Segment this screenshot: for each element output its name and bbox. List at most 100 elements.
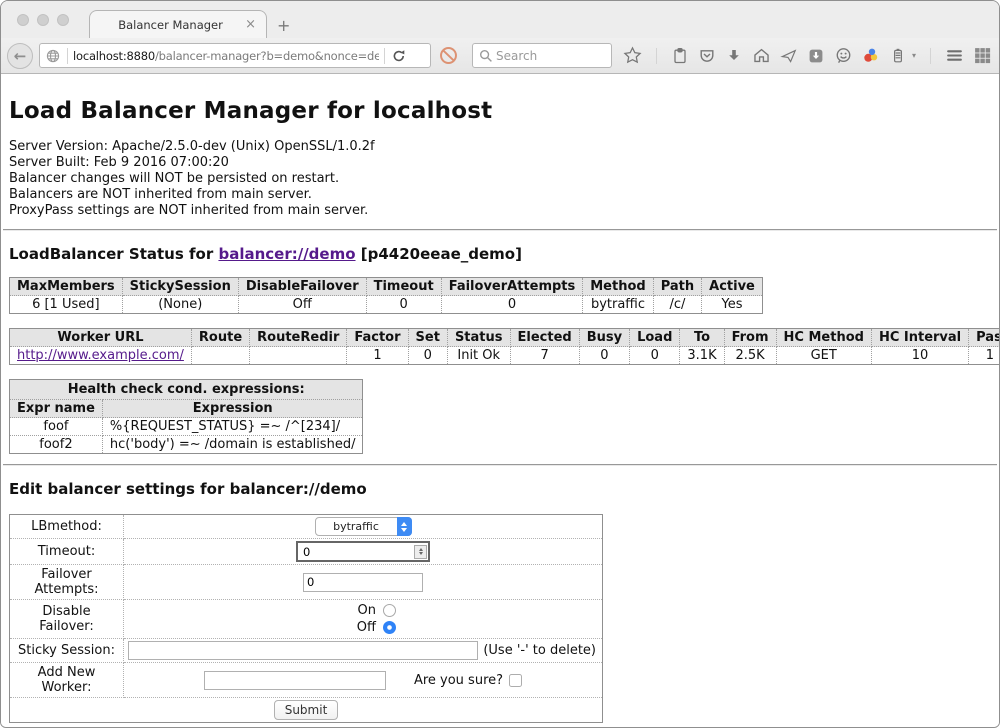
url-text[interactable]: localhost:8880/balancer-manager?b=demo&n… <box>73 49 379 63</box>
path-cell: /c/ <box>653 296 701 314</box>
search-bar[interactable] <box>472 43 612 68</box>
site-identity-globe-icon[interactable] <box>44 47 62 65</box>
disable-failover-off-radio[interactable] <box>383 621 396 634</box>
new-tab-button[interactable]: + <box>277 18 290 34</box>
lbmethod-select[interactable]: bytraffic <box>315 517 412 536</box>
balancer-status-table: MaxMembers StickySession DisableFailover… <box>9 277 763 314</box>
header-cell: DisableFailover <box>238 278 366 296</box>
browser-window: Balancer Manager × + ← localhost:8880/ba… <box>0 0 1000 728</box>
table-title-row: Health check cond. expressions: <box>10 380 363 400</box>
reader-clipboard-icon[interactable] <box>671 47 689 65</box>
battery-icon[interactable] <box>889 47 907 65</box>
content-blocked-icon[interactable] <box>438 45 459 66</box>
proxypass-note-line: ProxyPass settings are NOT inherited fro… <box>9 203 991 219</box>
page-content: Load Balancer Manager for localhost Serv… <box>1 74 999 727</box>
lbmethod-selected-value: bytraffic <box>316 520 397 533</box>
toolbar-divider <box>930 48 931 64</box>
edit-settings-heading: Edit balancer settings for balancer://de… <box>9 480 991 498</box>
submit-button[interactable]: Submit <box>274 700 339 720</box>
minimize-window-button[interactable] <box>37 14 49 26</box>
disablefailover-cell: Off <box>238 296 366 314</box>
menu-hamburger-icon[interactable] <box>945 46 964 65</box>
back-button[interactable]: ← <box>7 43 33 69</box>
download-panel-icon[interactable] <box>807 47 825 65</box>
maximize-window-button[interactable] <box>57 14 69 26</box>
header-cell: MaxMembers <box>10 278 123 296</box>
sticky-session-label: Sticky Session: <box>10 639 124 663</box>
header-cell: Load <box>630 329 680 347</box>
health-check-table: Health check cond. expressions: Expr nam… <box>9 379 363 454</box>
sticky-session-input[interactable] <box>128 641 478 660</box>
browser-tab[interactable]: Balancer Manager × <box>89 10 267 38</box>
close-window-button[interactable] <box>17 14 29 26</box>
header-cell: Expr name <box>10 400 103 418</box>
header-cell: Passes <box>969 329 999 347</box>
health-check-title: Health check cond. expressions: <box>10 380 363 400</box>
reload-icon[interactable] <box>390 47 408 65</box>
table-header-row: MaxMembers StickySession DisableFailover… <box>10 278 763 296</box>
elected-cell: 7 <box>510 347 579 365</box>
chevron-down-icon[interactable]: ▾ <box>912 51 916 60</box>
add-worker-input[interactable] <box>204 671 386 690</box>
header-cell: From <box>724 329 776 347</box>
form-row-timeout: Timeout: <box>10 539 603 565</box>
toolbar-icons: ▾ <box>623 46 992 65</box>
home-icon[interactable] <box>752 46 771 65</box>
expr-name-cell: foof <box>10 418 103 436</box>
disable-failover-label: Disable Failover: <box>10 600 124 639</box>
title-bar: Balancer Manager × + <box>1 1 999 38</box>
persist-note-line: Balancer changes will NOT be persisted o… <box>9 171 991 187</box>
balancer-demo-link[interactable]: balancer://demo <box>218 245 355 263</box>
header-cell: HC Method <box>776 329 871 347</box>
expression-cell: hc('body') =~ /domain is established/ <box>102 436 363 454</box>
server-version-line: Server Version: Apache/2.5.0-dev (Unix) … <box>9 139 991 155</box>
downloads-arrow-icon[interactable] <box>725 47 743 65</box>
table-header-row: Worker URL Route RouteRedir Factor Set S… <box>10 329 1000 347</box>
inherit-note-line: Balancers are NOT inherited from main se… <box>9 187 991 203</box>
worker-url-link[interactable]: http://www.example.com/ <box>17 348 184 363</box>
header-cell: StickySession <box>122 278 238 296</box>
divider <box>3 229 997 231</box>
header-cell: Route <box>191 329 249 347</box>
pocket-icon[interactable] <box>698 47 716 65</box>
are-you-sure-checkbox[interactable] <box>509 674 522 687</box>
tab-groups-icon[interactable] <box>973 46 992 65</box>
bookmark-star-icon[interactable] <box>623 46 642 65</box>
palette-dots-icon[interactable] <box>862 47 880 65</box>
navigation-toolbar: ← localhost:8880/balancer-manager?b=demo… <box>1 38 999 74</box>
tab-close-icon[interactable]: × <box>243 18 258 31</box>
spinner-icon[interactable] <box>414 545 427 559</box>
timeout-number-field[interactable] <box>296 541 430 562</box>
header-cell: RouteRedir <box>250 329 347 347</box>
url-path: /balancer-manager?b=demo&nonce=decc37be-… <box>155 49 379 63</box>
sticky-session-note: (Use '-' to delete) <box>483 643 598 658</box>
method-cell: bytraffic <box>583 296 653 314</box>
header-cell: To <box>680 329 724 347</box>
loadbalancer-status-heading: LoadBalancer Status for balancer://demo … <box>9 245 991 263</box>
feedback-smiley-icon[interactable] <box>834 46 853 65</box>
status-heading-prefix: LoadBalancer Status for <box>9 245 218 263</box>
search-input[interactable] <box>494 48 594 64</box>
toolbar-divider <box>656 48 657 64</box>
load-cell: 0 <box>630 347 680 365</box>
failover-attempts-input[interactable] <box>303 573 423 592</box>
search-icon <box>478 48 494 64</box>
address-bar[interactable]: localhost:8880/balancer-manager?b=demo&n… <box>39 43 431 68</box>
urlbar-divider <box>384 48 385 64</box>
passes-cell: 1 (0) <box>969 347 999 365</box>
server-info: Server Version: Apache/2.5.0-dev (Unix) … <box>9 139 991 219</box>
table-header-row: Expr name Expression <box>10 400 363 418</box>
status-heading-suffix: [p4420eeae_demo] <box>356 245 522 263</box>
timeout-label: Timeout: <box>10 539 124 565</box>
worker-status-table: Worker URL Route RouteRedir Factor Set S… <box>9 328 999 365</box>
lbmethod-label: LBmethod: <box>10 515 124 539</box>
timeout-input[interactable] <box>301 544 414 560</box>
status-cell: Init Ok <box>447 347 510 365</box>
to-cell: 3.1K <box>680 347 724 365</box>
header-cell: Timeout <box>366 278 441 296</box>
from-cell: 2.5K <box>724 347 776 365</box>
disable-failover-on-radio[interactable] <box>383 604 396 617</box>
header-cell: Worker URL <box>10 329 192 347</box>
failover-attempts-label: Failover Attempts: <box>10 565 124 600</box>
send-plane-icon[interactable] <box>780 47 798 65</box>
